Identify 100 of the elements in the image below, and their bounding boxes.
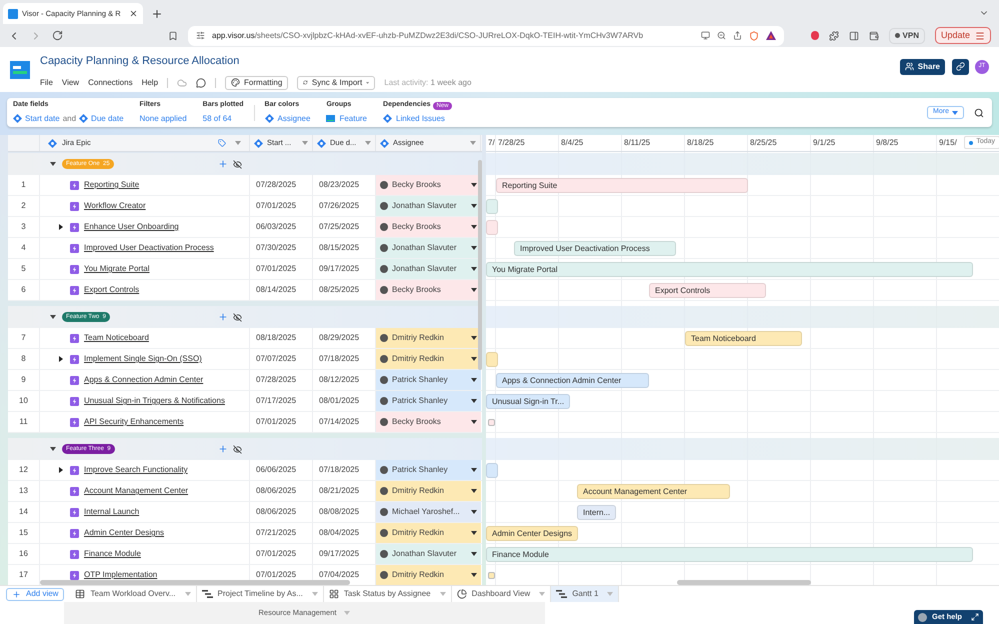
assignee-cell[interactable]: Dmitriy Redkin xyxy=(376,349,481,369)
gantt-bar[interactable]: Team Noticeboard xyxy=(685,331,802,346)
cast-icon[interactable] xyxy=(701,31,710,40)
group-toggle[interactable] xyxy=(50,162,56,166)
assignee-cell[interactable]: Jonathan Slavuter xyxy=(376,544,481,564)
assignee-cell[interactable]: Jonathan Slavuter xyxy=(376,259,481,279)
menu-item[interactable]: View xyxy=(62,76,80,89)
dependencies-link[interactable]: Linked Issues xyxy=(396,112,445,125)
gantt-bar[interactable]: Improved User Deactivation Process xyxy=(514,241,676,256)
formatting-button[interactable]: Formatting xyxy=(225,76,288,90)
extension-icon[interactable] xyxy=(810,31,819,40)
link-button[interactable] xyxy=(952,58,969,74)
filters-link[interactable]: None applied xyxy=(140,112,187,125)
assignee-cell[interactable]: Becky Brooks xyxy=(376,217,481,237)
assignee-cell[interactable]: Patrick Shanley xyxy=(376,391,481,411)
hide-icon[interactable] xyxy=(233,160,242,168)
expand-toggle[interactable] xyxy=(58,468,64,472)
epic-link[interactable]: Unusual Sign-in Triggers & Notifications xyxy=(84,395,225,407)
menu-item[interactable]: File xyxy=(40,76,53,89)
epic-link[interactable]: API Security Enhancements xyxy=(84,416,184,428)
add-row-icon[interactable] xyxy=(218,312,228,322)
view-tab[interactable]: Dashboard View xyxy=(452,586,552,602)
reload-icon[interactable] xyxy=(52,30,63,41)
offscreen-bar-marker[interactable] xyxy=(488,419,495,426)
assignee-cell[interactable]: Becky Brooks xyxy=(376,175,481,195)
shield-icon[interactable] xyxy=(749,30,759,40)
assignee-cell[interactable]: Becky Brooks xyxy=(376,280,481,300)
group-toggle[interactable] xyxy=(50,447,56,451)
menu-item[interactable]: Connections xyxy=(88,76,133,89)
gantt-bar[interactable]: Intern... xyxy=(577,505,616,520)
expand-toggle[interactable] xyxy=(58,357,64,361)
close-icon[interactable] xyxy=(129,9,138,18)
epic-link[interactable]: Account Management Center xyxy=(84,485,188,497)
bars-plotted-link[interactable]: 58 of 64 xyxy=(202,112,244,125)
site-settings-icon[interactable] xyxy=(196,31,205,40)
sidebar-icon[interactable] xyxy=(848,30,859,40)
hide-icon[interactable] xyxy=(233,312,242,322)
wallet-icon[interactable] xyxy=(868,30,879,40)
triangle-icon[interactable] xyxy=(766,31,776,40)
epic-link[interactable]: Reporting Suite xyxy=(84,179,140,191)
vpn-button[interactable]: VPN xyxy=(888,28,925,44)
bar-colors-link[interactable]: Assignee xyxy=(278,112,310,125)
epic-link[interactable]: Workflow Creator xyxy=(84,200,146,212)
groups-link[interactable]: Feature xyxy=(339,112,368,125)
view-tab[interactable]: Project Timeline by As... xyxy=(196,586,324,602)
start-date-field-link[interactable]: Start date xyxy=(25,112,60,125)
assignee-cell[interactable]: Dmitriy Redkin xyxy=(376,565,481,585)
add-view-button[interactable]: Add view xyxy=(6,588,64,600)
epic-link[interactable]: Improved User Deactivation Process xyxy=(84,242,214,254)
epic-link[interactable]: Finance Module xyxy=(84,548,141,560)
expand-toggle[interactable] xyxy=(58,225,64,229)
epic-link[interactable]: Internal Launch xyxy=(84,506,140,518)
hide-icon[interactable] xyxy=(233,444,242,454)
epic-link[interactable]: You Migrate Portal xyxy=(84,263,150,275)
menu-item[interactable]: Help xyxy=(142,76,158,89)
vertical-scrollbar[interactable] xyxy=(478,160,482,370)
search-icon[interactable] xyxy=(974,108,984,118)
gantt-bar[interactable]: Unusual Sign-in Tr... xyxy=(486,394,570,409)
share-icon[interactable] xyxy=(733,31,742,40)
assignee-cell[interactable]: Jonathan Slavuter xyxy=(376,196,481,216)
epic-link[interactable]: Enhance User Onboarding xyxy=(84,221,179,233)
assignee-cell[interactable]: Michael Yaroshef... xyxy=(376,502,481,522)
app-logo-icon[interactable] xyxy=(10,60,30,78)
gantt-bar[interactable]: Admin Center Designs xyxy=(486,526,578,541)
assignee-cell[interactable]: Dmitriy Redkin xyxy=(376,328,481,348)
share-button[interactable]: Share xyxy=(900,58,945,74)
sync-import-button[interactable]: Sync & Import xyxy=(297,76,376,90)
address-bar[interactable]: app.visor.us/sheets/CSO-xvjlpbzC-kHAd-xvEF-uhzb-PuMZDwz2E3di/CSO-JURreLOX-DqkO-TEIH-wtit-YmCHv3W7ARVb xyxy=(188,26,784,46)
add-row-icon[interactable] xyxy=(218,159,228,169)
epic-link[interactable]: OTP Implementation xyxy=(84,569,158,581)
view-tab[interactable]: Gantt 1 xyxy=(551,586,620,602)
assignee-cell[interactable]: Dmitriy Redkin xyxy=(376,481,481,501)
group-toggle[interactable] xyxy=(50,315,56,319)
epic-link[interactable]: Export Controls xyxy=(84,284,140,296)
gantt-bar[interactable]: You Migrate Portal xyxy=(486,262,973,277)
gantt-bar[interactable]: Finance Module xyxy=(486,547,973,562)
assignee-cell[interactable]: Becky Brooks xyxy=(376,412,481,432)
comment-icon[interactable] xyxy=(196,78,206,88)
document-title[interactable]: Capacity Planning & Resource Allocation xyxy=(40,53,472,70)
puzzle-icon[interactable] xyxy=(828,30,839,40)
due-date-field-link[interactable]: Due date xyxy=(91,112,124,125)
update-button[interactable]: Update xyxy=(934,27,991,44)
horizontal-scrollbar[interactable] xyxy=(40,580,350,585)
add-row-icon[interactable] xyxy=(218,444,228,454)
offscreen-bar-marker[interactable] xyxy=(488,572,495,579)
assignee-cell[interactable]: Jonathan Slavuter xyxy=(376,238,481,258)
epic-link[interactable]: Admin Center Designs xyxy=(84,527,164,539)
horizontal-scrollbar[interactable] xyxy=(677,580,811,585)
assignee-cell[interactable]: Dmitriy Redkin xyxy=(376,523,481,543)
zoom-icon[interactable] xyxy=(717,31,726,40)
gantt-bar[interactable]: Reporting Suite xyxy=(496,178,748,193)
gantt-bar[interactable]: Apps & Connection Admin Center xyxy=(496,373,649,388)
epic-link[interactable]: Implement Single Sign-On (SSO) xyxy=(84,353,202,365)
bookmark-icon[interactable] xyxy=(168,30,178,40)
epic-link[interactable]: Improve Search Functionality xyxy=(84,464,188,476)
gantt-bar[interactable]: Export Controls xyxy=(649,283,766,298)
epic-link[interactable]: Apps & Connection Admin Center xyxy=(84,374,204,386)
assignee-cell[interactable]: Patrick Shanley xyxy=(376,460,481,480)
gantt-bar[interactable]: Account Management Center xyxy=(577,484,730,499)
new-tab-icon[interactable] xyxy=(151,8,163,20)
